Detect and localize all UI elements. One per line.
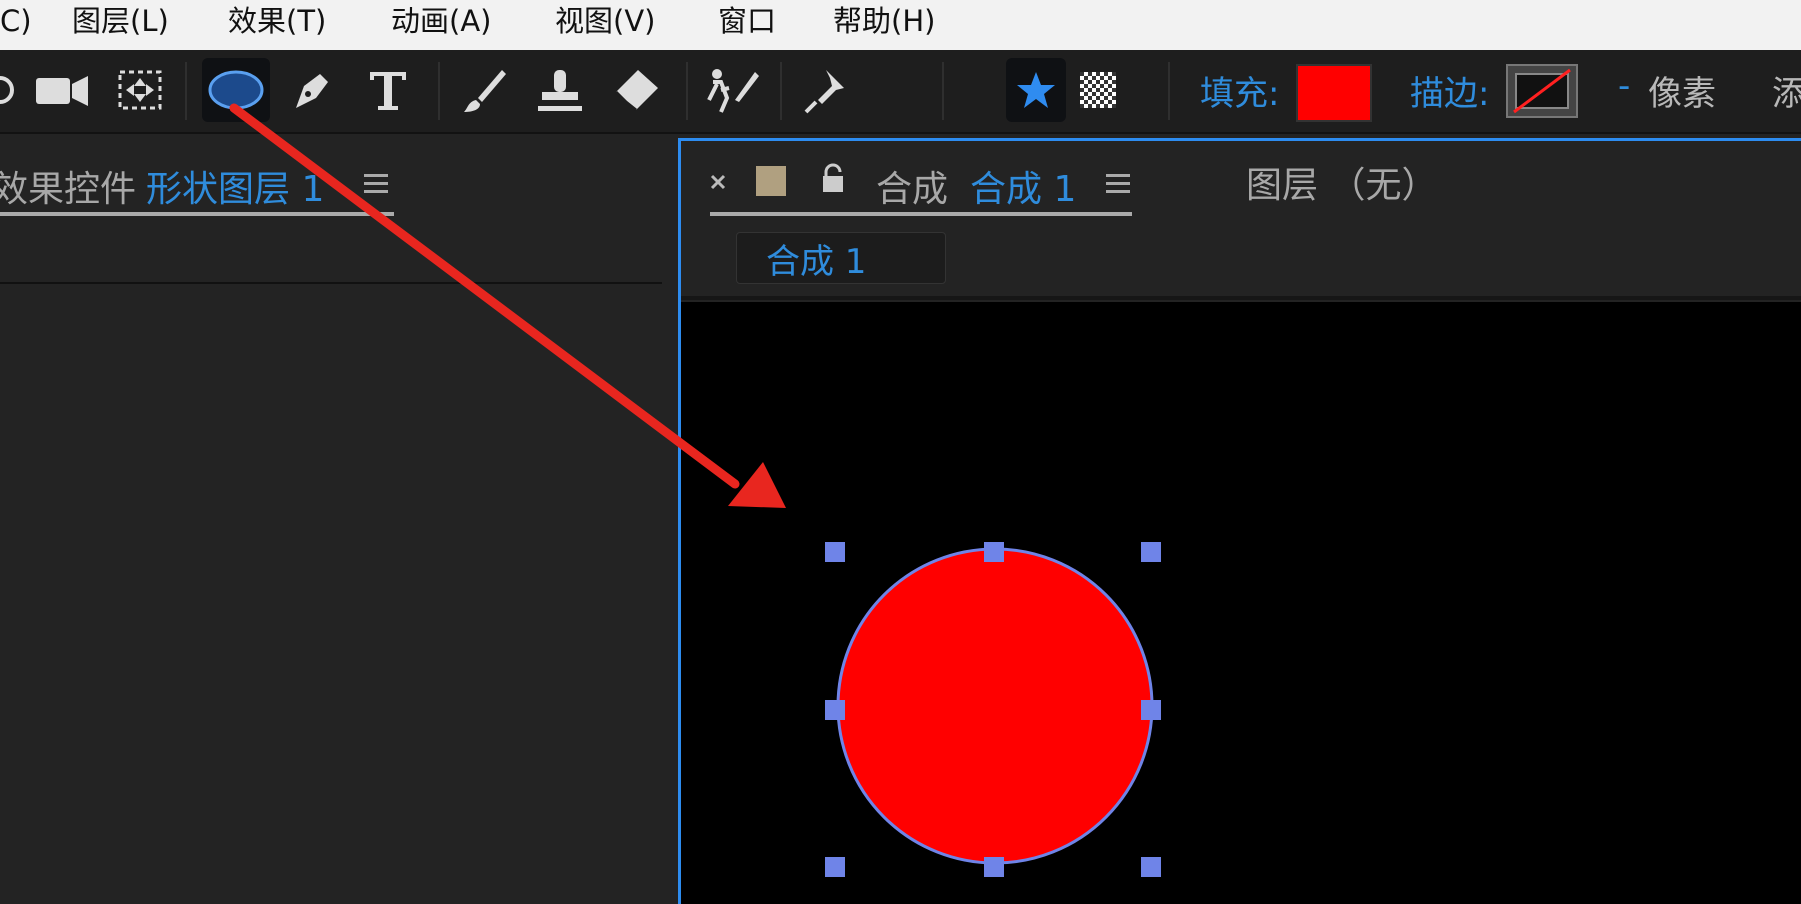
- breadcrumb-label: 合成 1: [766, 242, 867, 282]
- toolbar-separator: [185, 62, 187, 120]
- panel-divider: [0, 282, 662, 284]
- composition-color-icon: [756, 166, 786, 196]
- fill-color-swatch[interactable]: [1296, 64, 1372, 122]
- transform-handle-top[interactable]: [984, 542, 1004, 562]
- pixel-unit-label: 像素: [1648, 74, 1716, 114]
- menu-edit[interactable]: C): [0, 0, 32, 44]
- stroke-width-value[interactable]: -: [1618, 66, 1630, 106]
- fill-label: 填充:: [1200, 74, 1280, 114]
- effect-controls-layer-name: 形状图层 1: [146, 169, 325, 210]
- transform-handle-bottom[interactable]: [984, 857, 1004, 877]
- layer-tab[interactable]: 图层 （无）: [1246, 156, 1437, 208]
- puppet-pin-icon[interactable]: [794, 58, 858, 122]
- checker-mask-icon[interactable]: [1068, 58, 1128, 122]
- lock-icon[interactable]: [818, 162, 848, 200]
- composition-tab-underline: [710, 212, 1132, 216]
- menu-window[interactable]: 窗口: [718, 0, 776, 44]
- toolbar-separator: [780, 62, 782, 120]
- toolbar-separator: [942, 62, 944, 120]
- clone-stamp-icon[interactable]: [528, 58, 592, 122]
- transform-handle-left[interactable]: [825, 700, 845, 720]
- menu-effect[interactable]: 效果(T): [228, 0, 326, 44]
- ellipse-shape-layer[interactable]: [830, 546, 1160, 876]
- menu-help[interactable]: 帮助(H): [833, 0, 935, 44]
- camera-icon[interactable]: [30, 58, 94, 122]
- effect-controls-panel: [0, 138, 666, 904]
- transform-handle-right[interactable]: [1141, 700, 1161, 720]
- add-label[interactable]: 添: [1772, 66, 1801, 115]
- stroke-color-swatch[interactable]: [1506, 64, 1578, 118]
- composition-tab-prefix[interactable]: 合成: [876, 160, 948, 212]
- ellipse-tool-icon[interactable]: [202, 58, 270, 122]
- brush-tool-icon[interactable]: [452, 58, 516, 122]
- stroke-label: 描边:: [1410, 74, 1490, 114]
- composition-tab-name[interactable]: 合成 1: [970, 160, 1076, 212]
- menu-animation[interactable]: 动画(A): [391, 0, 491, 44]
- close-icon[interactable]: [708, 172, 728, 196]
- active-tab-underline: [0, 212, 394, 216]
- roto-brush-icon[interactable]: [700, 58, 764, 122]
- pen-tool-icon[interactable]: [280, 58, 344, 122]
- type-tool-icon[interactable]: [356, 58, 420, 122]
- menu-view[interactable]: 视图(V): [555, 0, 655, 44]
- toolbar-separator: [686, 62, 688, 120]
- toolbar-separator: [438, 62, 440, 120]
- viewer-divider: [681, 296, 1801, 300]
- transform-handle-top-right[interactable]: [1141, 542, 1161, 562]
- toolbar-separator: [1168, 62, 1170, 120]
- menu-layer[interactable]: 图层(L): [72, 0, 169, 44]
- eraser-icon[interactable]: [604, 58, 668, 122]
- star-toggle-icon[interactable]: [1006, 58, 1066, 122]
- transform-handle-bottom-left[interactable]: [825, 857, 845, 877]
- effect-controls-tab-title[interactable]: 效果控件: [0, 160, 136, 212]
- pan-behind-icon[interactable]: [108, 58, 172, 122]
- panel-menu-icon[interactable]: [362, 172, 390, 200]
- transform-handle-bottom-right[interactable]: [1141, 857, 1161, 877]
- composition-menu-icon[interactable]: [1104, 172, 1132, 200]
- transform-handle-top-left[interactable]: [825, 542, 845, 562]
